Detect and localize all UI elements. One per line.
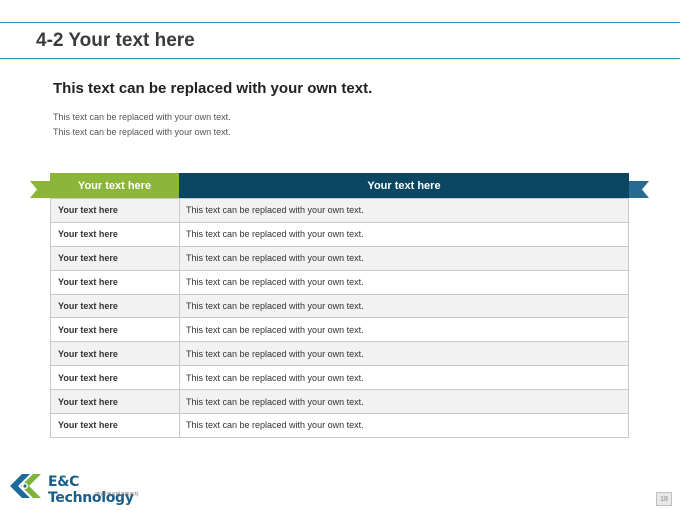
row-text: This text can be replaced with your own … [186,253,364,264]
row-label: Your text here [51,270,180,294]
table-row: Your text here This text can be replaced… [51,293,628,318]
row-label: Your text here [51,222,180,246]
row-label: Your text here [51,294,180,318]
row-text: This text can be replaced with your own … [186,348,364,359]
logo-subtext: (주)이앤씨테크놀로지 [94,492,139,498]
slide-subtitle: This text can be replaced with your own … [53,80,373,97]
row-text: This text can be replaced with your own … [186,372,364,383]
table-header-col-1: Your text here [50,173,179,198]
company-logo: E&C Technology (주)이앤씨테크놀로지 [8,472,158,506]
row-text: This text can be replaced with your own … [186,396,364,407]
row-text: This text can be replaced with your own … [186,205,364,216]
table-row: Your text here This text can be replaced… [51,269,628,294]
chevron-logo-icon [10,474,41,498]
row-label: Your text here [51,342,180,366]
table-row: Your text here This text can be replaced… [51,389,628,414]
table-row: Your text here This text can be replaced… [51,198,628,222]
row-text: This text can be replaced with your own … [186,420,364,431]
row-label: Your text here [51,366,180,390]
row-label: Your text here [51,199,180,222]
row-text: This text can be replaced with your own … [186,277,364,288]
body-line: This text can be replaced with your own … [53,112,231,122]
table-row: Your text here This text can be replaced… [51,245,628,270]
table-row: Your text here This text can be replaced… [51,365,628,390]
title-bar: 4-2 Your text here [0,22,680,59]
body-line: This text can be replaced with your own … [53,127,231,137]
slide-title: 4-2 Your text here [36,30,195,51]
row-text: This text can be replaced with your own … [186,301,364,311]
logo-name: E&C Technology [48,474,134,506]
row-label: Your text here [51,246,180,270]
table-row: Your text here This text can be replaced… [51,221,628,246]
table-header-col-2: Your text here [179,173,629,198]
row-label: Your text here [51,390,180,414]
row-text: This text can be replaced with your own … [186,324,364,335]
row-label: Your text here [51,318,180,342]
data-table: Your text here This text can be replaced… [50,198,629,438]
table-row: Your text here This text can be replaced… [51,413,628,437]
page-number: 18 [656,492,672,506]
row-label: Your text here [51,414,180,437]
table-row: Your text here This text can be replaced… [51,317,628,342]
row-text: This text can be replaced with your own … [186,229,364,240]
table-row: Your text here This text can be replaced… [51,341,628,366]
